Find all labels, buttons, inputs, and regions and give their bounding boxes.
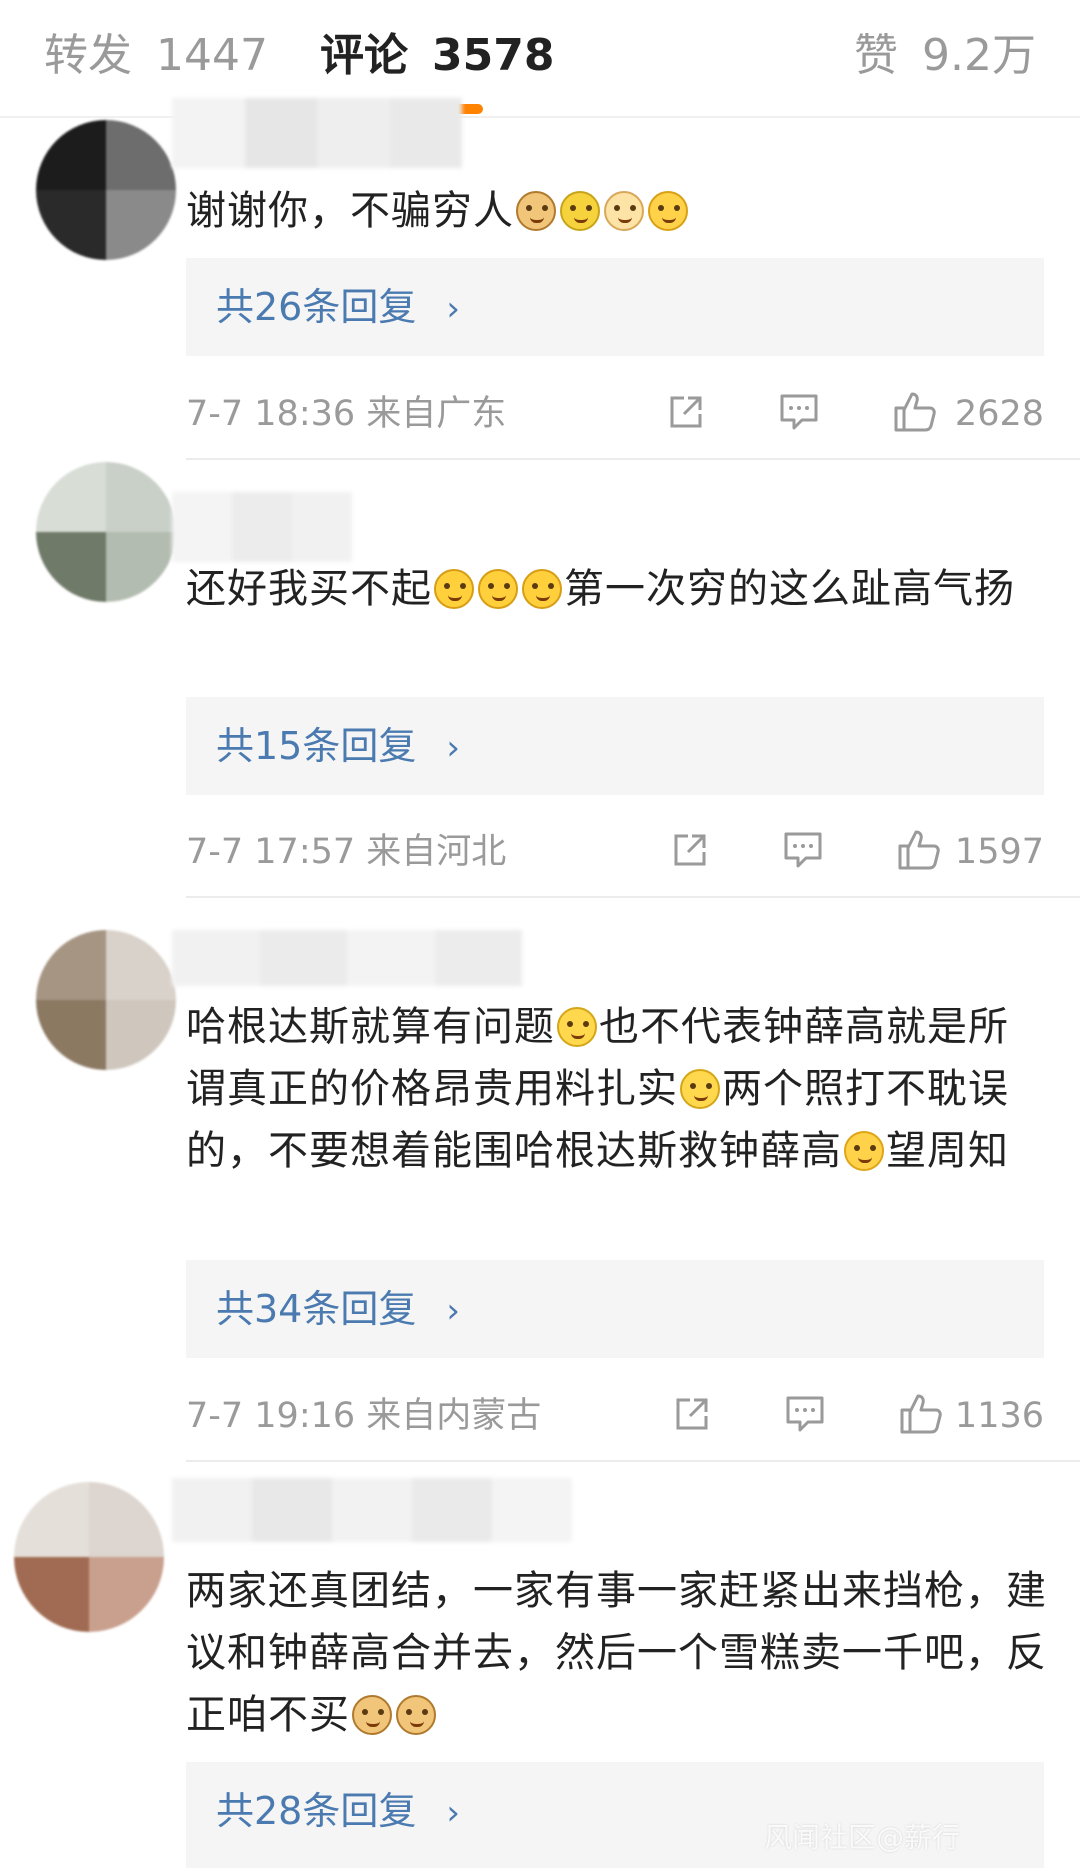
lemon-emoji-icon [560,191,600,231]
tab-repost-count: 1447 [156,30,268,81]
comment-timestamp: 7-7 17:57 来自河北 [186,832,507,872]
laugh-cry-emoji-icon [478,569,518,609]
tab-comments-label: 评论 [320,30,408,81]
chevron-right-icon: › [446,728,460,768]
username-mosaic[interactable] [172,492,352,562]
comment-meta: 7-7 17:57 来自河北 1597 [186,822,1044,882]
comment-timestamp: 7-7 18:36 来自广东 [186,394,507,434]
sad-emoji-icon [604,191,644,231]
comment-text-segment: 谢谢你，不骗穷人 [186,188,514,234]
comment-text: 哈根达斯就算有问题 也不代表钟薛高就是所谓真正的价格昂贵用料扎实 两个照打不耽误的，… [186,996,1048,1182]
comment-icon[interactable] [782,830,824,870]
tab-comments[interactable]: 评论 3578 [320,26,554,86]
share-icon[interactable] [670,830,710,870]
reply-count-label: 共34条回复 [216,1287,417,1331]
view-replies-link[interactable]: 共26条回复 › [216,282,460,334]
like-count: 2628 [954,394,1044,434]
thumbs-up-icon[interactable] [896,826,942,872]
chevron-right-icon: › [446,1793,460,1833]
reply-summary[interactable]: 共34条回复 › [186,1260,1044,1358]
like-count: 1597 [954,832,1044,872]
comment-divider [186,458,1080,460]
share-icon[interactable] [666,392,706,432]
comment-meta: 7-7 18:36 来自广东 2628 [186,384,1044,444]
avatar[interactable] [36,930,176,1070]
reply-count-label: 共26条回复 [216,285,417,329]
comment-meta: 7-7 19:16 来自内蒙古 1136 [186,1386,1044,1446]
view-replies-link[interactable]: 共15条回复 › [216,721,460,773]
username-mosaic[interactable] [172,1478,572,1542]
username-mosaic[interactable] [172,98,462,168]
chevron-right-icon: › [446,1291,460,1331]
reply-count-label: 共15条回复 [216,724,417,768]
tab-likes-count: 9.2万 [922,30,1036,81]
tab-comments-count: 3578 [432,30,555,81]
shrug-emoji-icon [557,1007,597,1047]
comment-text-segment: 还好我买不起 [186,566,432,612]
doge-emoji-icon [516,191,556,231]
comment-icon[interactable] [784,1394,826,1434]
comment-text: 两家还真团结，一家有事一家赶紧出来挡枪，建议和钟薛高合并去，然后一个雪糕卖一千吧… [186,1560,1048,1746]
view-replies-link[interactable]: 共34条回复 › [216,1284,460,1336]
thumbs-up-icon[interactable] [898,1390,944,1436]
avatar[interactable] [36,462,176,602]
shrug-emoji-icon [680,1069,720,1109]
reply-summary[interactable]: 共26条回复 › [186,258,1044,356]
doge-emoji-icon [352,1695,392,1735]
chevron-right-icon: › [446,289,460,329]
share-icon[interactable] [672,1394,712,1434]
thumbs-up-icon[interactable] [892,388,938,434]
tab-likes-label: 赞 [854,30,899,81]
comment-text-segment: 两家还真团结，一家有事一家赶紧出来挡枪，建议和钟薛高合并去，然后一个雪糕卖一千吧… [186,1568,1047,1738]
comment-divider [186,1460,1080,1462]
tab-repost-label: 转发 [44,30,132,81]
like-count: 1136 [954,1396,1044,1436]
tab-repost[interactable]: 转发 1447 [44,26,268,86]
reply-summary[interactable]: 共15条回复 › [186,697,1044,795]
laugh-cry-emoji-icon [522,569,562,609]
comment-divider [186,896,1080,898]
laugh-cry-emoji-icon [434,569,474,609]
comment-text-segment: 哈根达斯就算有问题 [186,1004,555,1050]
avatar[interactable] [14,1482,164,1632]
username-mosaic[interactable] [172,930,522,986]
comment-icon[interactable] [778,392,820,432]
view-replies-link[interactable]: 共28条回复 › [216,1786,460,1838]
tab-bar: 转发 1447 评论 3578 赞 9.2万 [0,0,1080,118]
reply-count-label: 共28条回复 [216,1789,417,1833]
watermark: 风闻社区@薪行 [763,1821,960,1854]
tab-likes[interactable]: 赞 9.2万 [854,26,1036,86]
comment-text-segment: 望周知 [886,1128,1009,1174]
smile-emoji-icon [844,1131,884,1171]
comment-text: 还好我买不起 第一次穷的这么趾高气扬 [186,558,1048,620]
comment-text: 谢谢你，不骗穷人 [186,180,1048,242]
doge-emoji-icon [396,1695,436,1735]
comment-text-segment: 第一次穷的这么趾高气扬 [564,566,1015,612]
crying-emoji-icon [648,191,688,231]
comment-timestamp: 7-7 19:16 来自内蒙古 [186,1396,542,1436]
avatar[interactable] [36,120,176,260]
